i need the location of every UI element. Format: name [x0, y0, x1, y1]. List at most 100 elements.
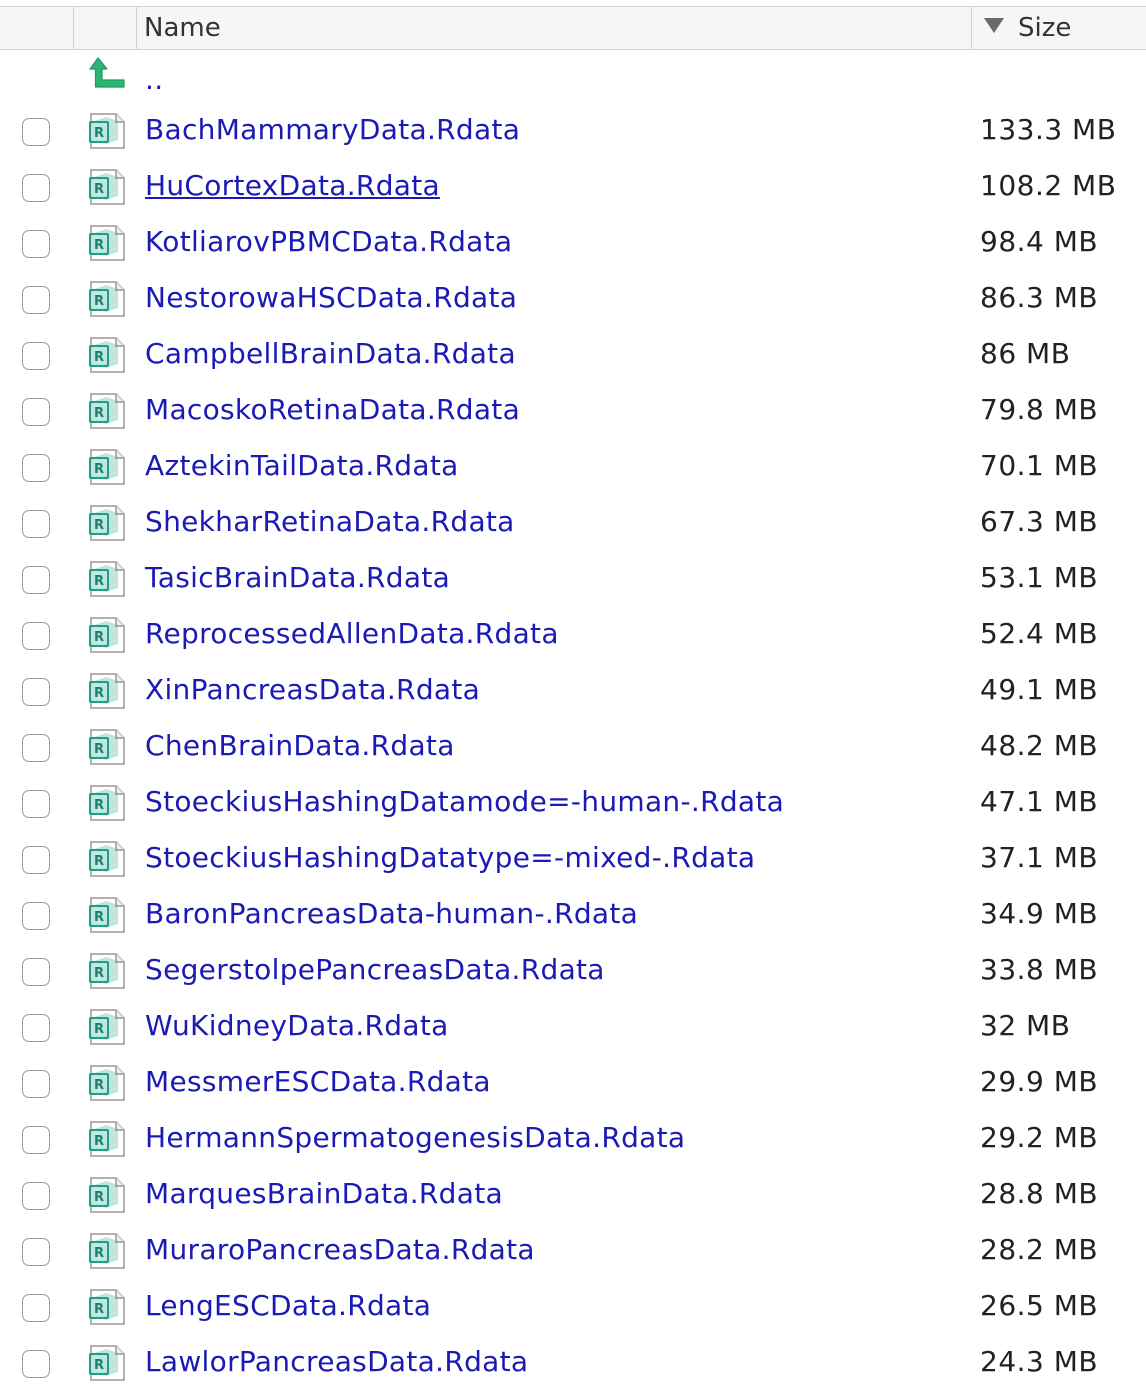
file-name-link[interactable]: BaronPancreasData-human-.Rdata	[145, 886, 638, 942]
file-name-link[interactable]: MacoskoRetinaData.Rdata	[145, 382, 520, 438]
parent-directory-link[interactable]: ..	[145, 50, 163, 102]
file-row[interactable]: R ShekharRetinaData.Rdata 67.3 MB	[0, 494, 1146, 550]
rdata-file-icon: R	[89, 673, 125, 709]
parent-directory-row[interactable]: ..	[0, 50, 1146, 102]
file-row[interactable]: R KotliarovPBMCData.Rdata 98.4 MB	[0, 214, 1146, 270]
file-row[interactable]: R MacoskoRetinaData.Rdata 79.8 MB	[0, 382, 1146, 438]
rdata-file-icon: R	[89, 281, 125, 317]
file-row[interactable]: R BaronPancreasData-human-.Rdata 34.9 MB	[0, 886, 1146, 942]
file-row[interactable]: R CampbellBrainData.Rdata 86 MB	[0, 326, 1146, 382]
file-checkbox[interactable]	[22, 118, 50, 146]
file-checkbox[interactable]	[22, 846, 50, 874]
file-name-link[interactable]: NestorowaHSCData.Rdata	[145, 270, 517, 326]
file-name-link[interactable]: HermannSpermatogenesisData.Rdata	[145, 1110, 685, 1166]
file-name-link[interactable]: ShekharRetinaData.Rdata	[145, 494, 515, 550]
file-checkbox[interactable]	[22, 286, 50, 314]
name-column-label: Name	[144, 13, 221, 43]
file-name-link[interactable]: StoeckiusHashingDatatype=-mixed-.Rdata	[145, 830, 755, 886]
svg-text:R: R	[94, 518, 104, 533]
file-name-link[interactable]: MuraroPancreasData.Rdata	[145, 1222, 535, 1278]
file-row[interactable]: R BachMammaryData.Rdata 133.3 MB	[0, 102, 1146, 158]
file-name-link[interactable]: TasicBrainData.Rdata	[145, 550, 450, 606]
file-size: 98.4 MB	[980, 225, 1099, 258]
file-size: 33.8 MB	[980, 953, 1099, 986]
file-name-link[interactable]: BachMammaryData.Rdata	[145, 102, 520, 158]
file-checkbox[interactable]	[22, 566, 50, 594]
size-column-header[interactable]: Size	[972, 7, 1146, 49]
file-checkbox[interactable]	[22, 1238, 50, 1266]
file-name-link[interactable]: CampbellBrainData.Rdata	[145, 326, 516, 382]
file-row[interactable]: R NestorowaHSCData.Rdata 86.3 MB	[0, 270, 1146, 326]
file-row[interactable]: R ChenBrainData.Rdata 48.2 MB	[0, 718, 1146, 774]
file-size: 34.9 MB	[980, 897, 1099, 930]
file-checkbox[interactable]	[22, 454, 50, 482]
file-size: 86 MB	[980, 337, 1071, 370]
file-row[interactable]: R HuCortexData.Rdata 108.2 MB	[0, 158, 1146, 214]
file-row[interactable]: R MuraroPancreasData.Rdata 28.2 MB	[0, 1222, 1146, 1278]
file-row[interactable]: R LawlorPancreasData.Rdata 24.3 MB	[0, 1334, 1146, 1390]
svg-text:R: R	[94, 742, 104, 757]
file-checkbox[interactable]	[22, 902, 50, 930]
file-row[interactable]: R TasicBrainData.Rdata 53.1 MB	[0, 550, 1146, 606]
file-row[interactable]: R ReprocessedAllenData.Rdata 52.4 MB	[0, 606, 1146, 662]
file-name-link[interactable]: WuKidneyData.Rdata	[145, 998, 449, 1054]
file-checkbox[interactable]	[22, 398, 50, 426]
file-checkbox[interactable]	[22, 1182, 50, 1210]
rdata-file-icon: R	[89, 841, 125, 877]
rdata-file-icon: R	[89, 729, 125, 765]
file-size: 52.4 MB	[980, 617, 1099, 650]
file-name-link[interactable]: XinPancreasData.Rdata	[145, 662, 480, 718]
file-name-link[interactable]: MessmerESCData.Rdata	[145, 1054, 491, 1110]
file-checkbox[interactable]	[22, 1070, 50, 1098]
svg-text:R: R	[94, 966, 104, 981]
file-checkbox[interactable]	[22, 1126, 50, 1154]
file-checkbox[interactable]	[22, 622, 50, 650]
file-size: 70.1 MB	[980, 449, 1099, 482]
file-checkbox[interactable]	[22, 958, 50, 986]
file-checkbox[interactable]	[22, 510, 50, 538]
file-list: .. R BachMammaryData.Rdata 133.3 MB R Hu…	[0, 50, 1146, 1390]
file-row[interactable]: R WuKidneyData.Rdata 32 MB	[0, 998, 1146, 1054]
file-checkbox[interactable]	[22, 174, 50, 202]
file-name-link[interactable]: LengESCData.Rdata	[145, 1278, 431, 1334]
svg-text:R: R	[94, 1190, 104, 1205]
file-checkbox[interactable]	[22, 790, 50, 818]
file-size: 28.2 MB	[980, 1233, 1099, 1266]
file-name-link[interactable]: HuCortexData.Rdata	[145, 158, 440, 214]
file-checkbox[interactable]	[22, 1014, 50, 1042]
rdata-file-icon: R	[89, 1009, 125, 1045]
file-row[interactable]: R LengESCData.Rdata 26.5 MB	[0, 1278, 1146, 1334]
file-name-link[interactable]: LawlorPancreasData.Rdata	[145, 1334, 528, 1390]
file-row[interactable]: R MarquesBrainData.Rdata 28.8 MB	[0, 1166, 1146, 1222]
svg-text:R: R	[94, 406, 104, 421]
svg-text:R: R	[94, 686, 104, 701]
file-size: 24.3 MB	[980, 1345, 1099, 1378]
file-row[interactable]: R XinPancreasData.Rdata 49.1 MB	[0, 662, 1146, 718]
name-column-header[interactable]: Name	[137, 7, 972, 49]
file-name-link[interactable]: SegerstolpePancreasData.Rdata	[145, 942, 605, 998]
file-name-link[interactable]: ReprocessedAllenData.Rdata	[145, 606, 559, 662]
svg-text:R: R	[94, 182, 104, 197]
file-name-link[interactable]: MarquesBrainData.Rdata	[145, 1166, 503, 1222]
file-name-link[interactable]: ChenBrainData.Rdata	[145, 718, 455, 774]
file-row[interactable]: R HermannSpermatogenesisData.Rdata 29.2 …	[0, 1110, 1146, 1166]
file-row[interactable]: R AztekinTailData.Rdata 70.1 MB	[0, 438, 1146, 494]
file-checkbox[interactable]	[22, 230, 50, 258]
rdata-file-icon: R	[89, 1289, 125, 1325]
file-size: 133.3 MB	[980, 113, 1117, 146]
file-checkbox[interactable]	[22, 1294, 50, 1322]
sort-descending-icon	[984, 18, 1004, 33]
file-row[interactable]: R StoeckiusHashingDatatype=-mixed-.Rdata…	[0, 830, 1146, 886]
file-name-link[interactable]: StoeckiusHashingDatamode=-human-.Rdata	[145, 774, 784, 830]
file-name-link[interactable]: AztekinTailData.Rdata	[145, 438, 459, 494]
file-row[interactable]: R StoeckiusHashingDatamode=-human-.Rdata…	[0, 774, 1146, 830]
svg-text:R: R	[94, 854, 104, 869]
file-checkbox[interactable]	[22, 342, 50, 370]
file-row[interactable]: R SegerstolpePancreasData.Rdata 33.8 MB	[0, 942, 1146, 998]
svg-text:R: R	[94, 910, 104, 925]
file-checkbox[interactable]	[22, 734, 50, 762]
file-checkbox[interactable]	[22, 678, 50, 706]
file-name-link[interactable]: KotliarovPBMCData.Rdata	[145, 214, 512, 270]
file-row[interactable]: R MessmerESCData.Rdata 29.9 MB	[0, 1054, 1146, 1110]
file-checkbox[interactable]	[22, 1350, 50, 1378]
